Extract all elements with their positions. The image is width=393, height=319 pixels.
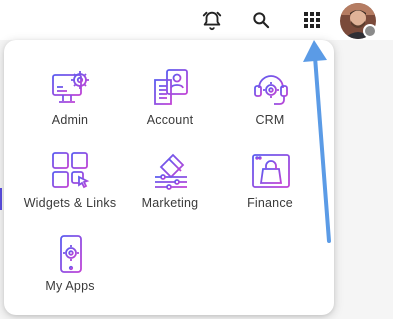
search-icon[interactable] xyxy=(247,6,275,34)
apps-grid-icon[interactable] xyxy=(298,6,326,34)
app-finance-label: Finance xyxy=(247,196,293,210)
user-avatar[interactable] xyxy=(340,3,377,39)
app-admin[interactable]: Admin xyxy=(20,68,120,146)
app-account[interactable]: Account xyxy=(120,68,220,146)
app-my-apps-label: My Apps xyxy=(45,279,95,293)
crm-icon xyxy=(251,68,291,108)
marketing-icon xyxy=(151,151,191,191)
widgets-links-icon xyxy=(51,151,91,191)
active-indicator xyxy=(0,188,2,210)
account-icon xyxy=(151,68,191,108)
app-finance[interactable]: Finance xyxy=(220,151,320,229)
app-crm[interactable]: CRM xyxy=(220,68,320,146)
alarm-bell-icon[interactable] xyxy=(198,6,226,34)
app-my-apps[interactable]: My Apps xyxy=(20,234,120,312)
apps-menu-panel: Admin Account CRM Widgets & Links Market… xyxy=(4,40,334,315)
app-crm-label: CRM xyxy=(255,113,285,127)
finance-icon xyxy=(251,151,291,191)
app-marketing[interactable]: Marketing xyxy=(120,151,220,229)
top-bar xyxy=(0,0,393,40)
app-widgets-links[interactable]: Widgets & Links xyxy=(20,151,120,229)
my-apps-icon xyxy=(51,234,91,274)
status-indicator xyxy=(363,24,377,38)
admin-icon xyxy=(51,68,91,108)
